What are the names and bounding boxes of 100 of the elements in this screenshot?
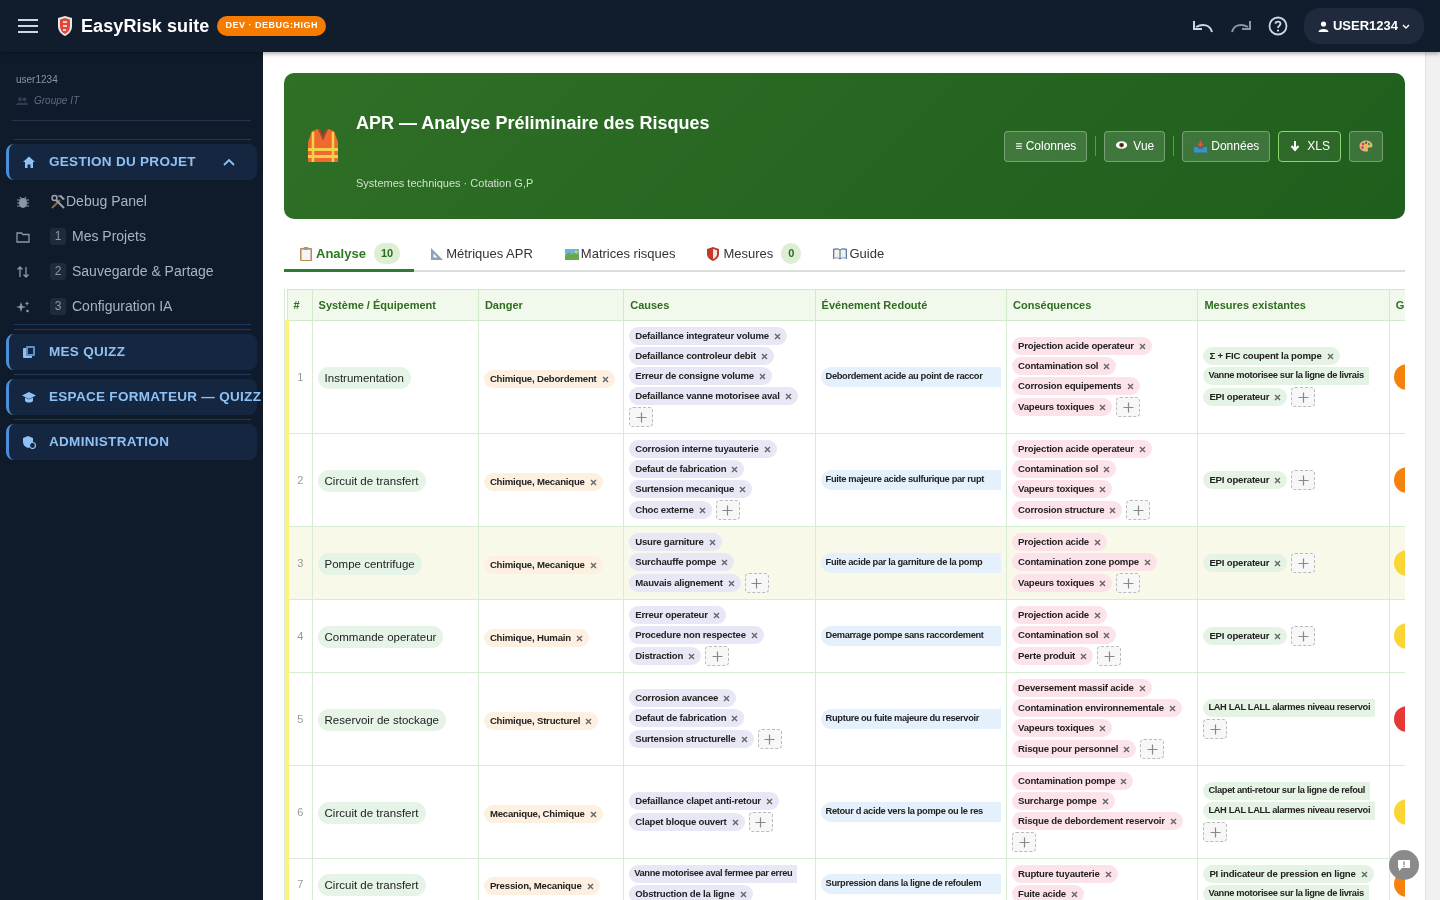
remove-tag-button[interactable] (1080, 652, 1088, 660)
sidebar-section-button[interactable]: MES QUIZZ (6, 334, 257, 370)
remove-tag-button[interactable] (731, 714, 739, 722)
remove-tag-button[interactable] (750, 631, 758, 639)
add-tag-button[interactable] (1012, 832, 1036, 852)
remove-tag-button[interactable] (1138, 684, 1146, 692)
remove-tag-button[interactable] (1101, 797, 1109, 805)
palette-button[interactable] (1349, 130, 1383, 162)
remove-tag-button[interactable] (758, 372, 766, 380)
add-tag-button[interactable] (715, 500, 740, 520)
remove-tag-button[interactable] (1104, 870, 1112, 878)
remove-tag-button[interactable] (575, 634, 583, 642)
add-tag-button[interactable] (1116, 397, 1141, 417)
remove-tag-button[interactable] (1103, 631, 1111, 639)
remove-tag-button[interactable] (763, 445, 771, 453)
add-tag-button[interactable] (748, 812, 773, 832)
add-tag-button[interactable] (744, 573, 769, 593)
add-tag-button[interactable] (1291, 626, 1316, 646)
sidebar-section-button[interactable]: GESTION DU PROJET (6, 144, 257, 180)
remove-tag-button[interactable] (773, 332, 781, 340)
toolbar-button[interactable]: XLS (1278, 130, 1341, 162)
remove-tag-button[interactable] (1109, 506, 1117, 514)
remove-tag-button[interactable] (723, 694, 731, 702)
add-tag-button[interactable] (629, 407, 654, 427)
add-tag-button[interactable] (1203, 719, 1228, 739)
table-row[interactable]: 4 Commande operateur Chimique, Humain Erreur operateur Procedure non respectee Distraction Demarrage pompe sans raccordement Projection acide Contamination sol Perte produit EPI operateur (287, 599, 1405, 673)
table-row[interactable] (287, 765, 1405, 859)
remove-tag-button[interactable] (589, 810, 597, 818)
add-tag-button[interactable] (1097, 646, 1122, 666)
remove-tag-button[interactable] (739, 485, 747, 493)
remove-tag-button[interactable] (727, 579, 735, 587)
remove-tag-button[interactable] (601, 375, 609, 383)
add-tag-button[interactable] (705, 646, 730, 666)
remove-tag-button[interactable] (1360, 870, 1368, 878)
table-row[interactable] (287, 526, 1405, 600)
remove-tag-button[interactable] (765, 797, 773, 805)
tab[interactable]: Métriques APR (414, 238, 549, 272)
remove-tag-button[interactable] (760, 352, 768, 360)
add-tag-button[interactable] (1140, 739, 1165, 759)
table-row[interactable] (287, 320, 1405, 434)
remove-tag-button[interactable] (1099, 403, 1107, 411)
user-menu-button[interactable]: USER1234 (1303, 8, 1424, 44)
add-tag-button[interactable] (1291, 553, 1316, 573)
remove-tag-button[interactable] (1326, 352, 1334, 360)
remove-tag-button[interactable] (1099, 485, 1107, 493)
redo-button[interactable] (1229, 19, 1252, 33)
remove-tag-button[interactable] (731, 818, 739, 826)
remove-tag-button[interactable] (740, 735, 748, 743)
sidebar-item[interactable]: 3 Configuration IA (6, 289, 257, 324)
table-row[interactable] (287, 858, 1405, 900)
toolbar-button[interactable]: Données (1182, 130, 1271, 162)
remove-tag-button[interactable] (1126, 382, 1134, 390)
remove-tag-button[interactable] (1093, 538, 1101, 546)
remove-tag-button[interactable] (731, 465, 739, 473)
remove-tag-button[interactable] (1168, 704, 1176, 712)
tab[interactable]: Mesures 0 (691, 238, 818, 272)
remove-tag-button[interactable] (1169, 817, 1177, 825)
table-row[interactable] (287, 672, 1405, 766)
remove-tag-button[interactable] (1103, 362, 1111, 370)
remove-tag-button[interactable] (1123, 745, 1131, 753)
remove-tag-button[interactable] (1103, 465, 1111, 473)
add-tag-button[interactable] (1291, 387, 1316, 407)
chat-button[interactable] (1389, 850, 1419, 880)
remove-tag-button[interactable] (784, 392, 792, 400)
sidebar-item[interactable]: Debug Panel (6, 184, 257, 219)
sidebar-item[interactable]: 2 Sauvegarde & Partage (6, 254, 257, 289)
remove-tag-button[interactable] (1138, 342, 1146, 350)
remove-tag-button[interactable] (1274, 476, 1282, 484)
add-tag-button[interactable] (1203, 822, 1228, 842)
remove-tag-button[interactable] (688, 652, 696, 660)
tab[interactable]: Analyse 10 (284, 238, 415, 272)
remove-tag-button[interactable] (1070, 890, 1078, 898)
remove-tag-button[interactable] (586, 882, 594, 890)
undo-button[interactable] (1191, 19, 1214, 33)
toolbar-button[interactable]: Vue (1104, 130, 1166, 162)
remove-tag-button[interactable] (1144, 558, 1151, 566)
add-tag-button[interactable] (757, 729, 782, 749)
sidebar-item[interactable]: 1 Mes Projets (6, 219, 257, 254)
add-tag-button[interactable] (1116, 573, 1141, 593)
remove-tag-button[interactable] (1099, 724, 1107, 732)
menu-button[interactable] (18, 18, 38, 34)
remove-tag-button[interactable] (1274, 393, 1282, 401)
remove-tag-button[interactable] (739, 890, 747, 898)
sidebar-section-button[interactable]: ADMINISTRATION (6, 424, 257, 460)
remove-tag-button[interactable] (1274, 632, 1282, 640)
tab[interactable]: Guide (817, 238, 901, 272)
tab[interactable]: Matrices risques (548, 238, 692, 272)
remove-tag-button[interactable] (1120, 777, 1128, 785)
add-tag-button[interactable] (1291, 470, 1316, 490)
remove-tag-button[interactable] (712, 611, 720, 619)
remove-tag-button[interactable] (589, 561, 597, 569)
help-button[interactable] (1267, 16, 1288, 36)
toolbar-button[interactable]: ≡ Colonnes (1004, 130, 1088, 162)
remove-tag-button[interactable] (1138, 445, 1146, 453)
remove-tag-button[interactable] (721, 558, 729, 566)
remove-tag-button[interactable] (1099, 579, 1107, 587)
remove-tag-button[interactable] (698, 506, 706, 514)
remove-tag-button[interactable] (708, 538, 716, 546)
remove-tag-button[interactable] (1274, 559, 1282, 567)
remove-tag-button[interactable] (1093, 611, 1101, 619)
